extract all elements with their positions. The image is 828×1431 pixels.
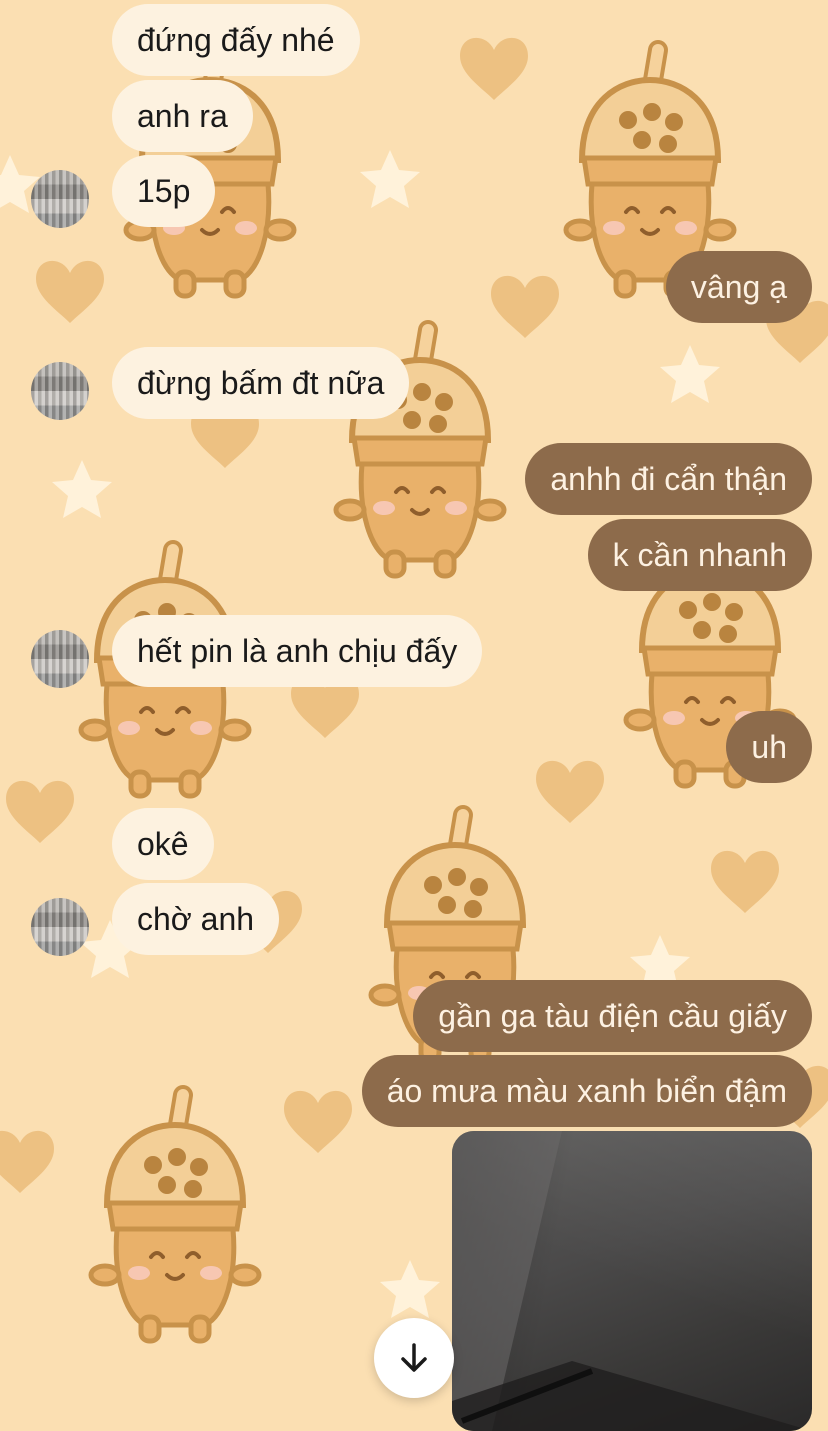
message-bubble-incoming[interactable]: chờ anh [112,883,280,955]
message-bubble-outgoing[interactable]: anhh đi cẩn thận [525,443,812,515]
contact-avatar[interactable] [31,362,89,420]
contact-avatar[interactable] [31,898,89,956]
message-bubble-outgoing[interactable]: gần ga tàu điện cầu giấy [413,980,812,1052]
message-bubble-outgoing[interactable]: áo mưa màu xanh biển đậm [361,1055,812,1127]
scroll-to-bottom-button[interactable] [374,1318,454,1398]
message-bubble-incoming[interactable]: hết pin là anh chịu đấy [112,615,483,687]
message-bubble-incoming[interactable]: anh ra [112,80,253,152]
message-bubble-incoming[interactable]: đừng bấm đt nữa [112,347,410,419]
message-bubble-incoming[interactable]: okê [112,808,214,880]
message-bubble-incoming[interactable]: 15p [112,155,216,227]
message-bubble-incoming[interactable]: đứng đấy nhé [112,4,360,76]
arrow-down-icon [401,1343,427,1372]
message-bubble-outgoing[interactable]: uh [726,711,812,783]
contact-avatar[interactable] [31,630,89,688]
photo-message[interactable] [452,1131,812,1431]
contact-avatar[interactable] [31,170,89,228]
photo-content [452,1131,812,1431]
message-bubble-outgoing[interactable]: vâng ạ [665,251,812,323]
chat-thread: đứng đấy nhé anh ra 15p vâng ạ đừng bấm … [0,0,828,1431]
message-bubble-outgoing[interactable]: k cần nhanh [587,519,812,591]
